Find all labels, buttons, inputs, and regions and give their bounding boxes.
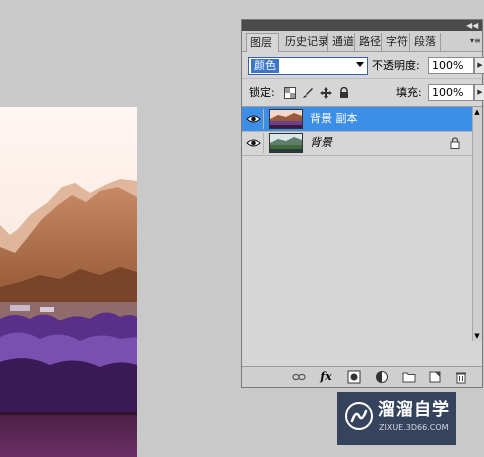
panel-tab-strip: 图层 历史记录 通道 路径 字符 段落 ▾≡	[242, 31, 482, 52]
link-layers-icon[interactable]	[292, 370, 306, 384]
layer-thumbnail	[269, 109, 303, 129]
canvas-image[interactable]	[0, 107, 137, 457]
fill-field[interactable]: 100%	[428, 84, 474, 101]
lock-row: 锁定: 填充: 100% ▶	[242, 78, 484, 107]
layer-name[interactable]: 背景	[310, 135, 332, 151]
collapse-panel-icon[interactable]: ◀◀	[466, 20, 478, 31]
opacity-label: 不透明度:	[372, 59, 420, 72]
lock-all-icon[interactable]	[338, 87, 350, 99]
fill-label: 填充:	[396, 86, 422, 99]
lock-pixels-brush-icon[interactable]	[302, 87, 314, 99]
tab-layers[interactable]: 图层	[246, 33, 279, 52]
lock-label: 锁定:	[249, 86, 275, 99]
watermark-subtitle: ZIXUE.3D66.COM	[379, 423, 449, 432]
scroll-down-icon[interactable]: ▼	[473, 332, 481, 340]
opacity-field[interactable]: 100%	[428, 57, 474, 74]
visibility-eye-icon[interactable]	[244, 133, 264, 153]
tab-history[interactable]: 历史记录	[282, 33, 328, 51]
blend-row: 颜色 不透明度: 100% ▶	[242, 52, 484, 78]
layer-lock-icon	[450, 137, 460, 149]
add-mask-icon[interactable]	[347, 370, 361, 384]
panel-menu-icon[interactable]: ▾≡	[470, 33, 481, 49]
layers-panel: ◀◀ 图层 历史记录 通道 路径 字符 段落 ▾≡ 颜色 不透明度: 100% …	[241, 19, 484, 388]
dropdown-arrow-icon[interactable]	[356, 62, 364, 67]
visibility-eye-icon[interactable]	[244, 109, 264, 129]
layer-row-background[interactable]: 背景	[242, 131, 472, 156]
tab-character[interactable]: 字符	[383, 33, 410, 51]
delete-layer-trash-icon[interactable]	[454, 370, 468, 384]
panel-titlebar[interactable]: ◀◀	[242, 20, 482, 31]
adjustment-layer-icon[interactable]	[375, 370, 389, 384]
layers-scrollbar[interactable]: ▲ ▼	[472, 107, 482, 341]
blend-mode-select[interactable]: 颜色	[248, 57, 368, 75]
fill-arrow-icon[interactable]: ▶	[474, 84, 484, 101]
new-layer-icon[interactable]	[428, 370, 442, 384]
new-group-folder-icon[interactable]	[402, 370, 416, 384]
layer-name[interactable]: 背景 副本	[310, 111, 358, 127]
lock-transparency-icon[interactable]	[284, 87, 296, 99]
layer-style-fx-icon[interactable]: fx	[319, 370, 333, 384]
layer-thumbnail	[269, 133, 303, 153]
scroll-up-icon[interactable]: ▲	[473, 108, 481, 116]
watermark-logo: 溜溜自学 ZIXUE.3D66.COM	[337, 392, 456, 445]
layer-row-background-copy[interactable]: 背景 副本	[242, 107, 472, 132]
opacity-arrow-icon[interactable]: ▶	[474, 57, 484, 74]
blend-mode-value: 颜色	[251, 59, 279, 73]
layers-bottom-toolbar: fx	[242, 366, 482, 387]
watermark-title: 溜溜自学	[378, 400, 450, 420]
tab-paragraph[interactable]: 段落	[411, 33, 441, 51]
layers-list: 背景 副本 背景 ▲ ▼	[242, 107, 482, 341]
lock-position-move-icon[interactable]	[320, 87, 332, 99]
watermark-emblem-icon	[345, 402, 373, 430]
tab-paths[interactable]: 路径	[356, 33, 382, 51]
tab-channels[interactable]: 通道	[329, 33, 355, 51]
